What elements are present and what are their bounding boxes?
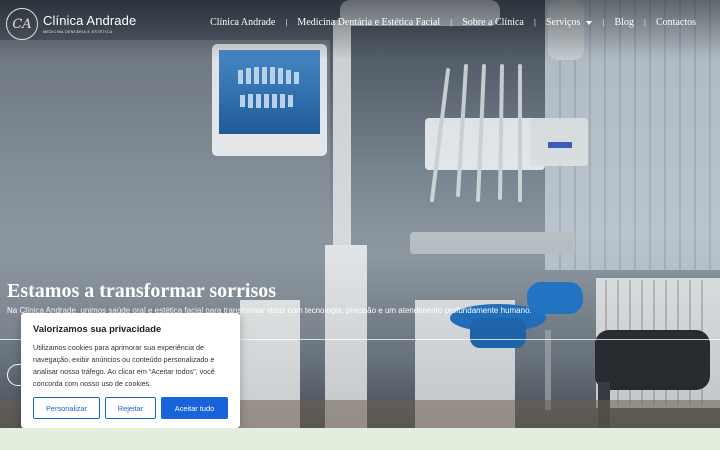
nav-item-home[interactable]: Clínica Andrade [210, 17, 275, 28]
nav-separator: | [533, 18, 536, 27]
nav-item-blog[interactable]: Blog [614, 17, 633, 28]
nav-item-medicina-dentaria[interactable]: Medicina Dentária e Estética Facial [297, 17, 440, 28]
nav-separator: | [643, 18, 646, 27]
site-header: CA Clínica Andrade MEDICINA DENTÁRIA E E… [0, 0, 720, 48]
hero-title: Estamos a transformar sorrisos [7, 280, 277, 302]
customize-cookies-button[interactable]: Personalizar [33, 397, 100, 419]
cookie-description: Utilizamos cookies para aprimorar sua ex… [33, 343, 215, 388]
brand-tagline: MEDICINA DENTÁRIA E ESTÉTICA [43, 30, 113, 34]
chevron-down-icon [586, 20, 593, 25]
nav-separator: | [450, 18, 453, 27]
logo-text: Clínica Andrade MEDICINA DENTÁRIA E ESTÉ… [43, 13, 137, 35]
nav-separator: | [602, 18, 605, 27]
cookie-buttons: Personalizar Rejeitar Aceitar tudo [33, 397, 228, 419]
next-section-strip [0, 428, 720, 450]
nav-item-servicos-label: Serviços [545, 17, 581, 28]
cookie-consent-banner: Valorizamos sua privacidade Utilizamos c… [21, 313, 240, 428]
accept-all-cookies-button[interactable]: Aceitar tudo [161, 397, 228, 419]
main-nav: Clínica Andrade | Medicina Dentária e Es… [210, 17, 696, 28]
nav-item-servicos[interactable]: Serviços [545, 17, 593, 28]
cookie-title: Valorizamos sua privacidade [33, 323, 162, 334]
nav-item-contactos[interactable]: Contactos [656, 17, 696, 28]
logo[interactable]: CA Clínica Andrade MEDICINA DENTÁRIA E E… [6, 8, 136, 40]
nav-item-sobre[interactable]: Sobre a Clínica [462, 17, 524, 28]
nav-separator: | [285, 18, 288, 27]
brand-name: Clínica Andrade [43, 13, 137, 28]
reject-cookies-button[interactable]: Rejeitar [105, 397, 156, 419]
logo-monogram-icon: CA [6, 8, 38, 40]
